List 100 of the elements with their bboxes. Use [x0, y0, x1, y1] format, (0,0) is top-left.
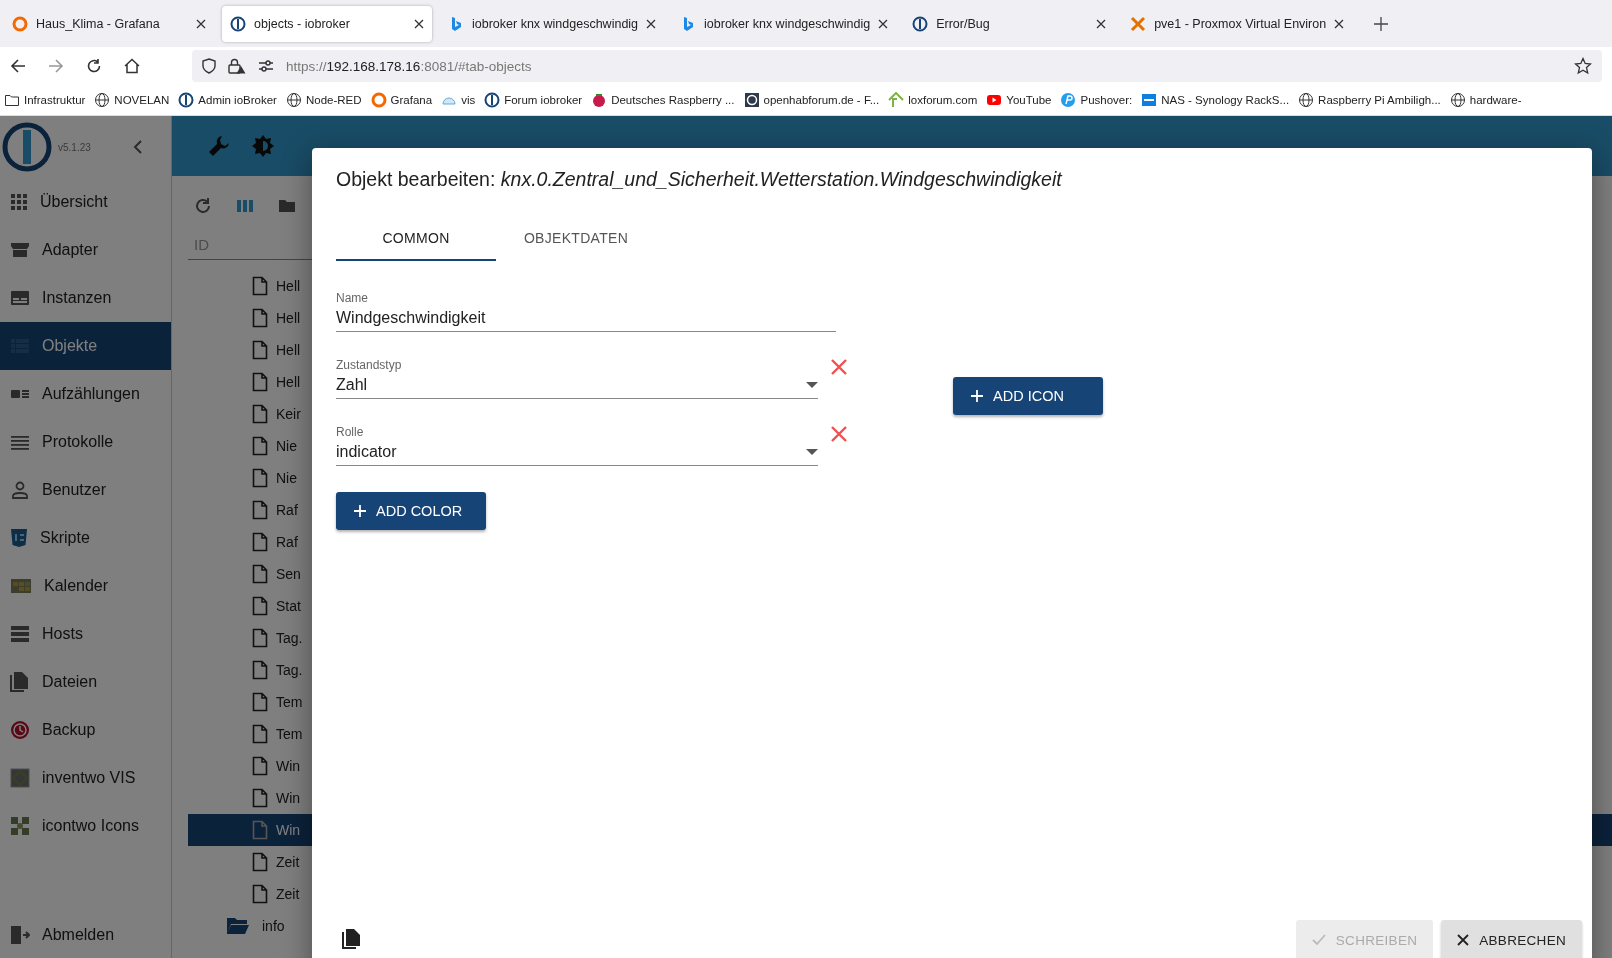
input-field[interactable]: Name Windgeschwindigkeit — [336, 291, 836, 332]
sidebar-item[interactable]: Übersicht — [0, 178, 171, 226]
sidebar-item[interactable]: Kalender — [0, 562, 171, 610]
globe-icon — [1449, 92, 1466, 108]
tree-row[interactable]: Zeit — [188, 846, 338, 878]
sidebar-item[interactable]: Skripte — [0, 514, 171, 562]
browser-tab[interactable]: Error/Bug — [904, 5, 1115, 42]
bookmark-link[interactable]: loxforum.com — [908, 94, 978, 106]
tree-row[interactable]: Raf — [188, 494, 338, 526]
back-icon[interactable] — [10, 58, 26, 74]
berry-icon — [591, 92, 608, 108]
tree-row[interactable]: Sen — [188, 558, 338, 590]
close-icon[interactable] — [878, 18, 889, 29]
close-icon[interactable] — [414, 18, 424, 29]
browser-tab[interactable]: iobroker knx windgeschwindig — [672, 5, 897, 42]
bookmark-link[interactable]: Admin ioBroker — [198, 94, 277, 106]
dialog-tab[interactable]: COMMON — [336, 217, 496, 261]
star-icon[interactable] — [1574, 57, 1592, 75]
dsm-logo-icon — [1141, 92, 1158, 108]
sidebar-item[interactable]: icontwo Icons — [0, 802, 171, 850]
bookmark-link[interactable]: Node-RED — [305, 94, 362, 106]
browser-tab[interactable]: Haus_Klima - Grafana — [4, 5, 214, 42]
sidebar-item[interactable]: inventwo VIS — [0, 754, 171, 802]
dialog-tab[interactable]: OBJEKTDATEN — [496, 217, 656, 261]
file-icon — [252, 692, 268, 712]
close-icon[interactable] — [1334, 18, 1345, 29]
bookmark-link[interactable]: NOVELAN — [114, 94, 170, 106]
close-icon[interactable] — [646, 18, 657, 29]
folder-icon — [226, 916, 250, 936]
bookmark-link[interactable]: YouTube — [1006, 94, 1052, 106]
sidebar-item[interactable]: Aufzählungen — [0, 370, 171, 418]
address-bar[interactable]: https://192.168.178.16:8081/#tab-objects — [192, 50, 1602, 82]
tree-row[interactable]: info — [188, 910, 338, 942]
browser-tab[interactable]: pve1 - Proxmox Virtual Environ — [1122, 5, 1353, 42]
logo-icon — [178, 92, 195, 108]
sidebar-item[interactable]: Backup — [0, 706, 171, 754]
bookmark-link[interactable]: Grafana — [390, 94, 433, 106]
logout-item[interactable]: Abmelden — [0, 911, 171, 958]
select-field[interactable]: Rolle indicator — [336, 425, 818, 466]
sidebar-item[interactable]: Adapter — [0, 226, 171, 274]
server-icon — [10, 625, 30, 643]
sidebar-item[interactable]: Hosts — [0, 610, 171, 658]
bookmark-link[interactable]: vis — [461, 94, 476, 106]
bookmark-link[interactable]: Pushover: — [1080, 94, 1133, 106]
globe-icon — [94, 92, 111, 108]
sidebar-item[interactable]: Dateien — [0, 658, 171, 706]
chevron-left-icon[interactable] — [133, 140, 143, 154]
delete-icon[interactable] — [830, 358, 848, 376]
folder-icon[interactable] — [278, 198, 296, 214]
tree-row[interactable]: Tem — [188, 686, 338, 718]
bookmark-link[interactable]: Infrastruktur — [24, 94, 86, 106]
add-color-button[interactable]: ADD COLOR — [336, 492, 486, 530]
bookmark-link[interactable]: hardware- — [1469, 94, 1522, 106]
tree-row[interactable]: Hell — [188, 270, 338, 302]
browser-tab[interactable]: iobroker knx windgeschwindig — [440, 5, 665, 42]
select-field[interactable]: Zustandstyp Zahl — [336, 358, 818, 399]
bookmark-link[interactable]: Raspberry Pi Ambiligh... — [1318, 94, 1441, 106]
forward-icon[interactable] — [48, 58, 64, 74]
tree-row[interactable]: Hell — [188, 334, 338, 366]
file-icon — [252, 372, 268, 392]
home-icon[interactable] — [124, 58, 140, 74]
delete-icon[interactable] — [830, 425, 848, 443]
tree-row[interactable]: Tag. — [188, 654, 338, 686]
file-icon — [252, 500, 268, 520]
cancel-button[interactable]: ABBRECHEN — [1441, 920, 1582, 958]
close-icon[interactable] — [1096, 18, 1107, 29]
tree-row[interactable]: Nie — [188, 462, 338, 494]
refresh-icon[interactable] — [194, 197, 212, 215]
new-tab-icon[interactable] — [1374, 16, 1389, 31]
shield-icon — [10, 528, 28, 548]
clock-icon — [10, 720, 30, 740]
tree-row[interactable]: Tag. — [188, 622, 338, 654]
browser-tab[interactable]: objects - iobroker — [222, 5, 432, 42]
close-icon — [1457, 934, 1470, 946]
sidebar-item[interactable]: Protokolle — [0, 418, 171, 466]
tree-row[interactable]: Win — [188, 750, 338, 782]
bookmark-link[interactable]: openhabforum.de - F... — [763, 94, 880, 106]
tree-row[interactable]: Stat — [188, 590, 338, 622]
tree-row[interactable]: Keir — [188, 398, 338, 430]
add-icon-button[interactable]: ADD ICON — [953, 377, 1103, 415]
dropdown-icon — [806, 449, 818, 455]
tree-row[interactable]: Zeit — [188, 878, 338, 910]
sidebar-item[interactable]: Benutzer — [0, 466, 171, 514]
tree-row[interactable]: Nie — [188, 430, 338, 462]
file-icon — [252, 628, 268, 648]
tree-row[interactable]: Tem — [188, 718, 338, 750]
bookmark-link[interactable]: Forum iobroker — [504, 94, 583, 106]
tree-row[interactable]: Raf — [188, 526, 338, 558]
lock-warning-icon — [228, 58, 246, 74]
tree-row[interactable]: Win — [188, 782, 338, 814]
sidebar-item[interactable]: Instanzen — [0, 274, 171, 322]
bookmark-link[interactable]: NAS - Synology RackS... — [1161, 94, 1290, 106]
sidebar-item[interactable]: Objekte — [0, 322, 171, 370]
reload-icon[interactable] — [86, 58, 102, 74]
file-icon — [252, 564, 268, 584]
copy-file-icon[interactable] — [342, 928, 362, 950]
close-icon[interactable] — [196, 18, 206, 29]
check-icon — [1311, 934, 1326, 946]
bookmark-link[interactable]: Deutsches Raspberry ... — [611, 94, 735, 106]
file-icon — [252, 884, 268, 904]
